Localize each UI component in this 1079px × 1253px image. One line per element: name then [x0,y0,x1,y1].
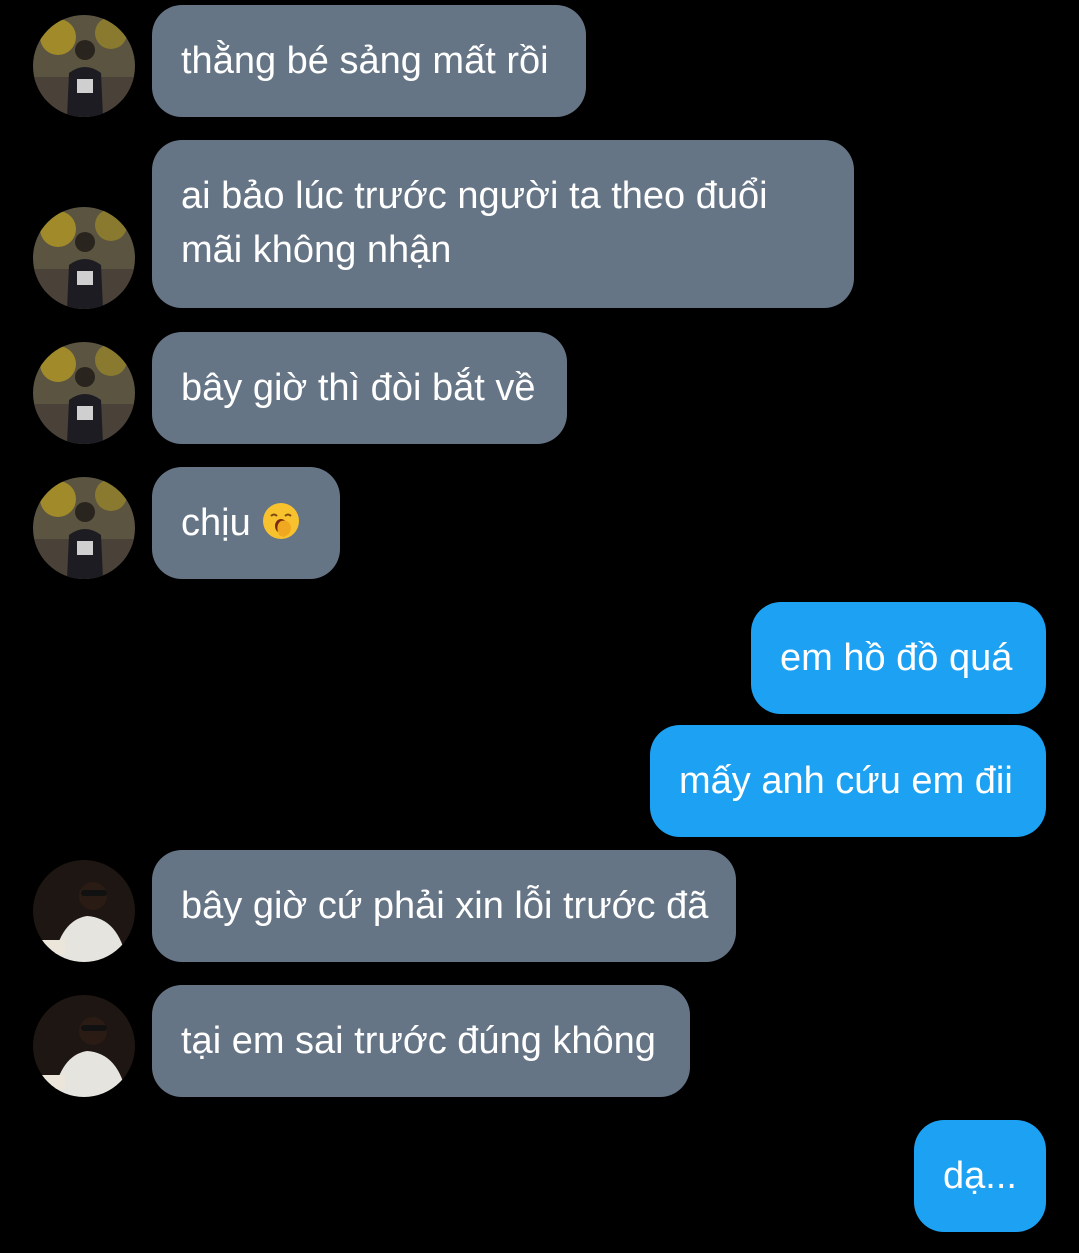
message-text: em hồ đồ quá [780,637,1013,679]
message-bubble[interactable]: thằng bé sảng mất rồi [152,5,586,117]
message-bubble[interactable]: dạ... [914,1120,1046,1232]
message-bubble[interactable]: chịu [152,467,340,579]
avatar[interactable] [33,995,135,1097]
message-text: ai bảo lúc trước người ta theo đuổi [181,175,768,217]
message-text: mãi không nhận [181,229,452,271]
message-bubble[interactable]: ai bảo lúc trước người ta theo đuổi mãi … [152,140,854,308]
avatar[interactable] [33,342,135,444]
avatar[interactable] [33,207,135,309]
message-text: bây giờ cứ phải xin lỗi trước đã [181,885,709,927]
message-bubble[interactable]: em hồ đồ quá [751,602,1046,714]
yawning-face-icon [261,501,301,541]
message-bubble[interactable]: tại em sai trước đúng không [152,985,690,1097]
message-bubble[interactable]: bây giờ thì đòi bắt về [152,332,567,444]
message-text: thằng bé sảng mất rồi [181,40,549,82]
message-text: tại em sai trước đúng không [181,1020,656,1062]
avatar[interactable] [33,15,135,117]
message-text: chịu [181,502,251,544]
avatar[interactable] [33,860,135,962]
message-bubble[interactable]: mấy anh cứu em đii [650,725,1046,837]
message-bubble[interactable]: bây giờ cứ phải xin lỗi trước đã [152,850,736,962]
message-text: mấy anh cứu em đii [679,760,1013,802]
message-text: dạ... [943,1155,1017,1197]
avatar[interactable] [33,477,135,579]
message-text: bây giờ thì đòi bắt về [181,367,536,409]
